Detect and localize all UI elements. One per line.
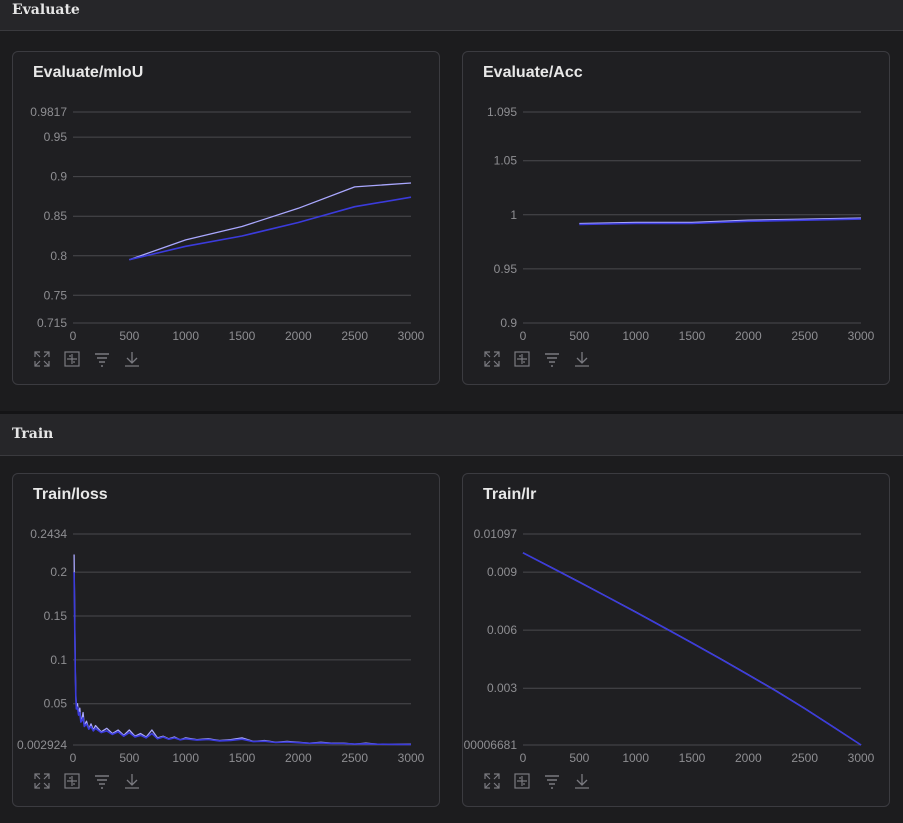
y-tick-label: 0.9 — [500, 316, 517, 330]
y-tick-label: 0.9817 — [30, 105, 67, 119]
y-tick-label: 0.01097 — [474, 527, 518, 541]
y-tick-label: 0.75 — [44, 288, 68, 302]
download-icon[interactable] — [573, 350, 591, 368]
chart-toolbar — [33, 772, 141, 792]
x-tick-label: 0 — [520, 751, 527, 765]
x-tick-label: 1500 — [229, 751, 256, 765]
y-tick-label: 0.95 — [494, 262, 518, 276]
chart-toolbar — [483, 350, 591, 370]
y-tick-label: 0.1 — [50, 653, 67, 667]
download-icon[interactable] — [123, 772, 141, 790]
chart-toolbar — [483, 772, 591, 792]
chart-toolbar — [33, 350, 141, 370]
x-tick-label: 2500 — [791, 751, 818, 765]
x-tick-label: 500 — [569, 329, 589, 343]
download-icon[interactable] — [573, 772, 591, 790]
chart-card-loss: Train/loss 0.2434 0.2 0.15 0.1 0.05 0.002924 0… — [12, 473, 440, 807]
series-line-smoothed — [73, 572, 412, 746]
series-line-raw — [73, 554, 411, 745]
filter-icon[interactable] — [93, 772, 111, 790]
y-tick-label: 0.2434 — [30, 527, 67, 541]
chart-lr[interactable]: 0.01097 0.009 0.006 0.003 0.000066810 500 1000… — [463, 474, 891, 808]
chart-loss[interactable]: 0.2434 0.2 0.15 0.1 0.05 0.0029240 500 1000 1500… — [13, 474, 441, 808]
y-tick-label: 1.05 — [494, 154, 518, 168]
series-line-smoothed — [129, 196, 412, 261]
fit-icon[interactable] — [513, 350, 531, 368]
series-line-smoothed — [522, 552, 862, 746]
expand-icon[interactable] — [483, 772, 501, 790]
x-tick-label: 500 — [119, 751, 139, 765]
chart-acc[interactable]: 1.095 1.05 1 0.95 0.90 500 1000 1500 2000 2500 300… — [463, 52, 891, 386]
chart-card-miou: Evaluate/mIoU 0.9817 0.95 0.9 0.85 0.8 0.75 0.… — [12, 51, 440, 385]
y-tick-label: 0.8 — [50, 249, 67, 263]
x-tick-label: 1000 — [172, 329, 199, 343]
y-tick-label: 0.95 — [44, 130, 68, 144]
x-tick-label: 0 — [70, 329, 77, 343]
x-tick-label: 2500 — [341, 751, 368, 765]
x-tick-label: 3000 — [848, 329, 875, 343]
y-tick-label: 1.095 — [487, 105, 517, 119]
expand-icon[interactable] — [483, 350, 501, 368]
y-tick-label: 0.00006681 — [463, 738, 517, 752]
x-tick-label: 2000 — [735, 751, 762, 765]
x-tick-label: 1000 — [622, 751, 649, 765]
fit-icon[interactable] — [63, 350, 81, 368]
x-tick-label: 3000 — [398, 751, 425, 765]
x-tick-label: 0 — [520, 329, 527, 343]
y-tick-label: 0.2 — [50, 565, 67, 579]
x-tick-label: 500 — [569, 751, 589, 765]
y-tick-label: 0.003 — [487, 681, 517, 695]
fit-icon[interactable] — [513, 772, 531, 790]
section-title-train: Train — [12, 426, 54, 442]
y-tick-label: 0.002924 — [17, 738, 67, 752]
x-tick-label: 1500 — [679, 751, 706, 765]
filter-icon[interactable] — [543, 772, 561, 790]
x-tick-label: 1000 — [622, 329, 649, 343]
x-tick-label: 3000 — [848, 751, 875, 765]
section-header-evaluate[interactable]: Evaluate — [0, 0, 903, 31]
x-tick-label: 2000 — [285, 329, 312, 343]
fit-icon[interactable] — [63, 772, 81, 790]
expand-icon[interactable] — [33, 350, 51, 368]
series-line-smoothed — [579, 218, 862, 226]
x-tick-label: 2500 — [791, 329, 818, 343]
section-header-train[interactable]: Train — [0, 411, 903, 456]
y-tick-label: 0.85 — [44, 209, 68, 223]
x-tick-label: 2000 — [285, 751, 312, 765]
x-tick-label: 2000 — [735, 329, 762, 343]
y-tick-label: 0.05 — [44, 697, 68, 711]
series-line-raw — [522, 552, 862, 746]
filter-icon[interactable] — [543, 350, 561, 368]
series-line-raw — [129, 182, 412, 261]
y-tick-label: 0.715 — [37, 316, 67, 330]
x-tick-label: 0 — [70, 751, 77, 765]
x-tick-label: 1500 — [679, 329, 706, 343]
y-tick-label: 0.006 — [487, 623, 517, 637]
y-tick-label: 0.009 — [487, 565, 517, 579]
chart-miou[interactable]: 0.9817 0.95 0.9 0.85 0.8 0.75 0.7150 500 1000 150… — [13, 52, 441, 386]
x-tick-label: 500 — [119, 329, 139, 343]
filter-icon[interactable] — [93, 350, 111, 368]
y-tick-label: 1 — [510, 208, 517, 222]
section-title-evaluate: Evaluate — [12, 2, 80, 18]
chart-card-acc: Evaluate/Acc 1.095 1.05 1 0.95 0.9 0 500 1000 15… — [462, 51, 890, 385]
y-tick-label: 0.15 — [44, 609, 68, 623]
x-tick-label: 1000 — [172, 751, 199, 765]
y-tick-label: 0.9 — [50, 170, 67, 184]
x-tick-label: 2500 — [341, 329, 368, 343]
expand-icon[interactable] — [33, 772, 51, 790]
x-tick-label: 3000 — [398, 329, 425, 343]
download-icon[interactable] — [123, 350, 141, 368]
chart-card-lr: Train/lr 0.010970.0090.0060.0030.0000668… — [462, 473, 890, 807]
x-tick-label: 1500 — [229, 329, 256, 343]
